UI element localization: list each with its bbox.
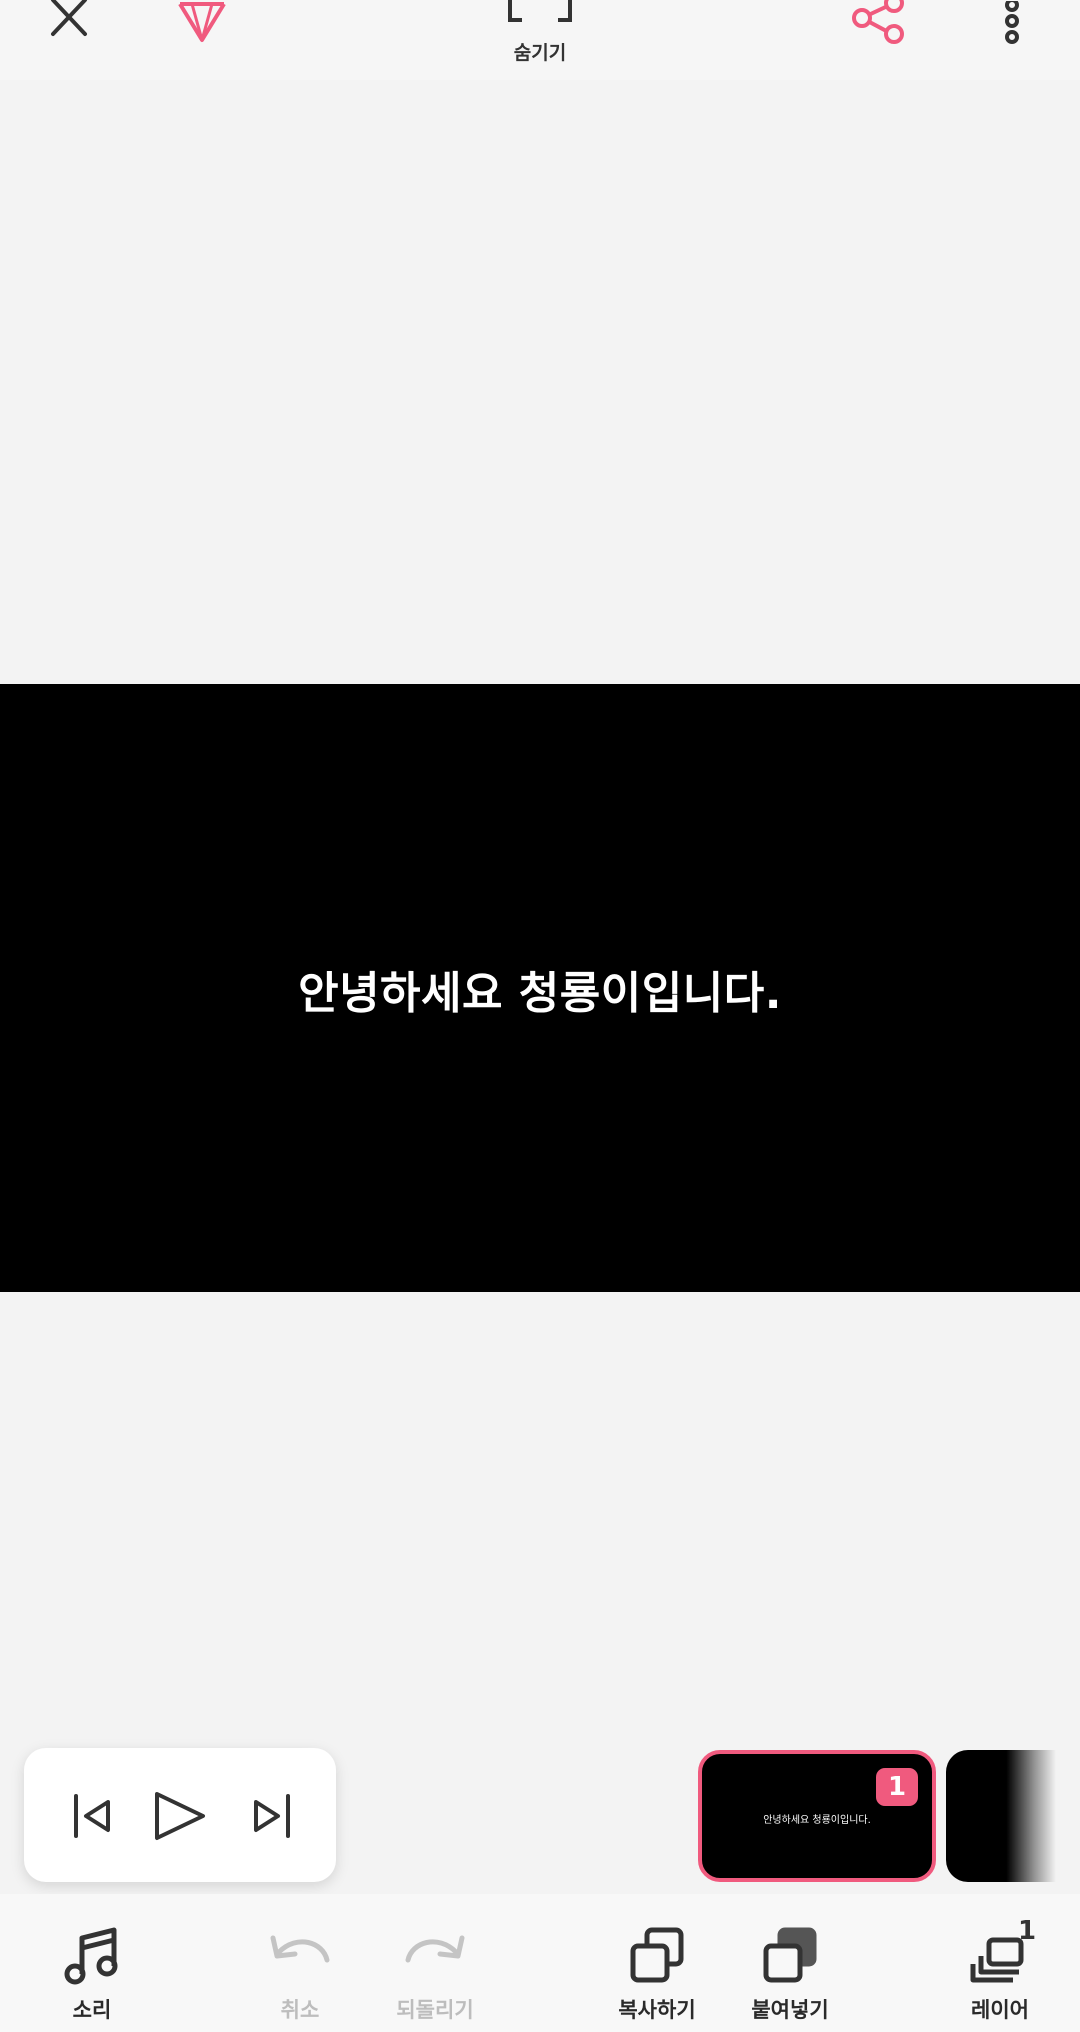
sound-button[interactable]: 소리 xyxy=(22,1894,162,2032)
slide-thumbnail[interactable]: 안녕하세요 청룡이입니다. 1 xyxy=(698,1750,936,1882)
copy-icon xyxy=(630,1927,684,1983)
slide-thumbnail[interactable] xyxy=(946,1750,1056,1882)
next-button[interactable] xyxy=(232,1776,312,1856)
undo-button[interactable]: 취소 xyxy=(230,1894,370,2032)
layer-button[interactable]: 1 레이어 xyxy=(930,1894,1070,2032)
diamond-icon xyxy=(178,2,226,42)
playback-controls xyxy=(24,1748,336,1882)
bottom-toolbar: 소리 취소 되돌리기 복사하기 붙여넣기 1 레이어 xyxy=(0,1894,1080,2032)
slide-number-badge: 1 xyxy=(876,1768,918,1806)
layer-label: 레이어 xyxy=(971,1998,1029,2022)
undo-label: 취소 xyxy=(280,1998,320,2022)
share-button[interactable] xyxy=(842,0,914,48)
redo-icon xyxy=(405,1935,465,1963)
layer-count: 1 xyxy=(1018,1916,1037,1946)
prev-button[interactable] xyxy=(52,1776,132,1856)
fullscreen-icon xyxy=(508,0,572,22)
paste-icon xyxy=(763,1927,817,1983)
play-button[interactable] xyxy=(140,1776,220,1856)
redo-label: 되돌리기 xyxy=(396,1998,474,2022)
sound-label: 소리 xyxy=(72,1998,112,2022)
play-icon xyxy=(155,1792,205,1840)
canvas-text[interactable]: 안녕하세요 청룡이입니다. xyxy=(0,684,1080,1292)
close-icon xyxy=(51,0,87,36)
skip-next-icon xyxy=(254,1794,290,1838)
copy-label: 복사하기 xyxy=(618,1998,696,2022)
paste-button[interactable]: 붙여넣기 xyxy=(720,1894,860,2032)
share-icon xyxy=(852,0,904,44)
hide-label: 숨기기 xyxy=(513,42,567,64)
skip-previous-icon xyxy=(74,1794,110,1838)
music-note-icon xyxy=(64,1927,118,1985)
paste-label: 붙여넣기 xyxy=(751,1998,829,2022)
premium-button[interactable] xyxy=(162,0,242,44)
more-vertical-icon xyxy=(1005,1,1019,44)
redo-button[interactable]: 되돌리기 xyxy=(365,1894,505,2032)
close-button[interactable] xyxy=(30,0,110,44)
copy-button[interactable]: 복사하기 xyxy=(587,1894,727,2032)
slide-canvas[interactable]: 안녕하세요 청룡이입니다. xyxy=(0,684,1080,1292)
top-toolbar: 숨기기 xyxy=(0,0,1080,80)
undo-icon xyxy=(270,1935,330,1963)
more-button[interactable] xyxy=(980,0,1044,48)
